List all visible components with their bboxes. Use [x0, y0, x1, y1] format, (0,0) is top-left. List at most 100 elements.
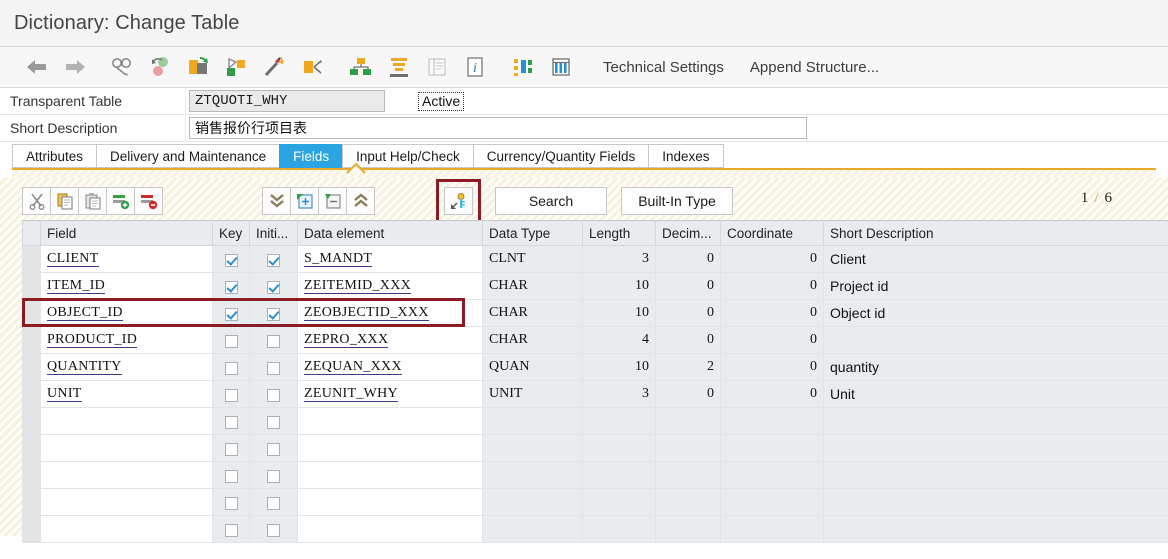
cell-data-element[interactable] [297, 515, 483, 543]
tab-indexes[interactable]: Indexes [648, 144, 724, 168]
cell-field[interactable]: ITEM_ID [40, 272, 213, 300]
checkbox-unchecked[interactable] [267, 496, 280, 510]
cell-field[interactable]: CLIENT [40, 245, 213, 273]
tab-delivery-and-maintenance[interactable]: Delivery and Maintenance [96, 144, 280, 168]
col-header-data-element[interactable]: Data element [297, 220, 483, 246]
insert-row-button[interactable] [106, 187, 135, 215]
cell-key-checkbox[interactable] [212, 245, 250, 273]
checkbox-checked[interactable] [267, 253, 280, 267]
col-header-decimals[interactable]: Decim... [655, 220, 721, 246]
checkbox-unchecked[interactable] [267, 469, 280, 483]
copy-button[interactable] [50, 187, 79, 215]
checkbox-checked[interactable] [224, 253, 238, 267]
checkbox-unchecked[interactable] [224, 442, 238, 456]
col-header-short-description[interactable]: Short Description [823, 220, 1168, 246]
cell-field[interactable] [40, 461, 213, 489]
magic-wand-icon[interactable] [256, 50, 294, 84]
row-selector[interactable] [22, 245, 41, 273]
col-header-length[interactable]: Length [582, 220, 656, 246]
cell-field[interactable] [40, 515, 213, 543]
cell-key-checkbox[interactable] [212, 488, 250, 516]
col-header-key[interactable]: Key [212, 220, 250, 246]
scroll-down-button[interactable] [262, 187, 291, 215]
row-selector[interactable] [22, 407, 41, 435]
col-header-data-type[interactable]: Data Type [482, 220, 583, 246]
cell-data-element[interactable] [297, 434, 483, 462]
row-selector[interactable] [22, 353, 41, 381]
tab-fields[interactable]: Fields [279, 144, 343, 168]
cell-key-checkbox[interactable] [212, 326, 250, 354]
cell-initial-checkbox[interactable] [249, 434, 298, 462]
cell-field[interactable] [40, 407, 213, 435]
checkbox-unchecked[interactable] [224, 415, 238, 429]
checkbox-unchecked[interactable] [224, 523, 238, 537]
checkbox-unchecked[interactable] [267, 415, 280, 429]
cell-key-checkbox[interactable] [212, 299, 250, 327]
cell-field[interactable]: OBJECT_ID [40, 299, 213, 327]
col-header-initial[interactable]: Initi... [249, 220, 298, 246]
key-icon[interactable] [444, 187, 473, 215]
checkbox-unchecked[interactable] [267, 442, 280, 456]
cell-data-element[interactable] [297, 407, 483, 435]
cell-data-element[interactable] [297, 461, 483, 489]
cell-data-element[interactable]: ZEPRO_XXX [297, 326, 483, 354]
checkbox-unchecked[interactable] [224, 361, 238, 375]
back-arrow-icon[interactable] [18, 50, 56, 84]
cell-initial-checkbox[interactable] [249, 299, 298, 327]
checkbox-unchecked[interactable] [224, 388, 238, 402]
cell-key-checkbox[interactable] [212, 461, 250, 489]
cell-data-element[interactable] [297, 488, 483, 516]
built-in-type-button[interactable]: Built-In Type [621, 187, 733, 215]
remove-rows-button[interactable] [318, 187, 347, 215]
checkbox-unchecked[interactable] [224, 334, 238, 348]
cell-data-element[interactable]: ZEQUAN_XXX [297, 353, 483, 381]
cell-initial-checkbox[interactable] [249, 326, 298, 354]
cell-initial-checkbox[interactable] [249, 461, 298, 489]
row-selector[interactable] [22, 461, 41, 489]
cell-initial-checkbox[interactable] [249, 245, 298, 273]
row-selector[interactable] [22, 326, 41, 354]
cell-data-element[interactable]: S_MANDT [297, 245, 483, 273]
scroll-up-button[interactable] [346, 187, 375, 215]
cut-button[interactable] [22, 187, 51, 215]
cell-field[interactable]: QUANTITY [40, 353, 213, 381]
cell-key-checkbox[interactable] [212, 353, 250, 381]
where-used-list-icon[interactable] [504, 50, 542, 84]
cell-key-checkbox[interactable] [212, 515, 250, 543]
short-description-field[interactable]: 销售报价行项目表 [189, 117, 807, 139]
new-rows-button[interactable] [290, 187, 319, 215]
cell-data-element[interactable]: ZEITEMID_XXX [297, 272, 483, 300]
checkbox-unchecked[interactable] [267, 388, 280, 402]
cell-data-element[interactable]: ZEUNIT_WHY [297, 380, 483, 408]
col-header-field[interactable]: Field [40, 220, 213, 246]
row-selector[interactable] [22, 299, 41, 327]
checkbox-unchecked[interactable] [267, 361, 280, 375]
row-selector[interactable] [22, 380, 41, 408]
tab-currency-quantity-fields[interactable]: Currency/Quantity Fields [472, 144, 649, 168]
database-utility-icon[interactable] [380, 50, 418, 84]
checkbox-checked[interactable] [224, 307, 238, 321]
paste-button[interactable] [78, 187, 107, 215]
append-structure-button[interactable]: Append Structure... [737, 50, 892, 84]
extras-icon[interactable] [294, 50, 332, 84]
technical-settings-button[interactable]: Technical Settings [590, 50, 737, 84]
cell-initial-checkbox[interactable] [249, 272, 298, 300]
cell-key-checkbox[interactable] [212, 272, 250, 300]
documentation-icon[interactable] [418, 50, 456, 84]
cell-field[interactable]: PRODUCT_ID [40, 326, 213, 354]
checkbox-checked[interactable] [267, 280, 280, 294]
cell-key-checkbox[interactable] [212, 407, 250, 435]
activate-icon[interactable] [180, 50, 218, 84]
checkbox-checked[interactable] [267, 307, 280, 321]
checkbox-unchecked[interactable] [267, 523, 280, 537]
row-selector[interactable] [22, 272, 41, 300]
row-selector[interactable] [22, 434, 41, 462]
hierarchy-icon[interactable] [342, 50, 380, 84]
check-object-icon[interactable] [218, 50, 256, 84]
cell-initial-checkbox[interactable] [249, 407, 298, 435]
cell-key-checkbox[interactable] [212, 380, 250, 408]
cell-initial-checkbox[interactable] [249, 353, 298, 381]
checkbox-unchecked[interactable] [224, 496, 238, 510]
cell-field[interactable] [40, 488, 213, 516]
cell-key-checkbox[interactable] [212, 434, 250, 462]
